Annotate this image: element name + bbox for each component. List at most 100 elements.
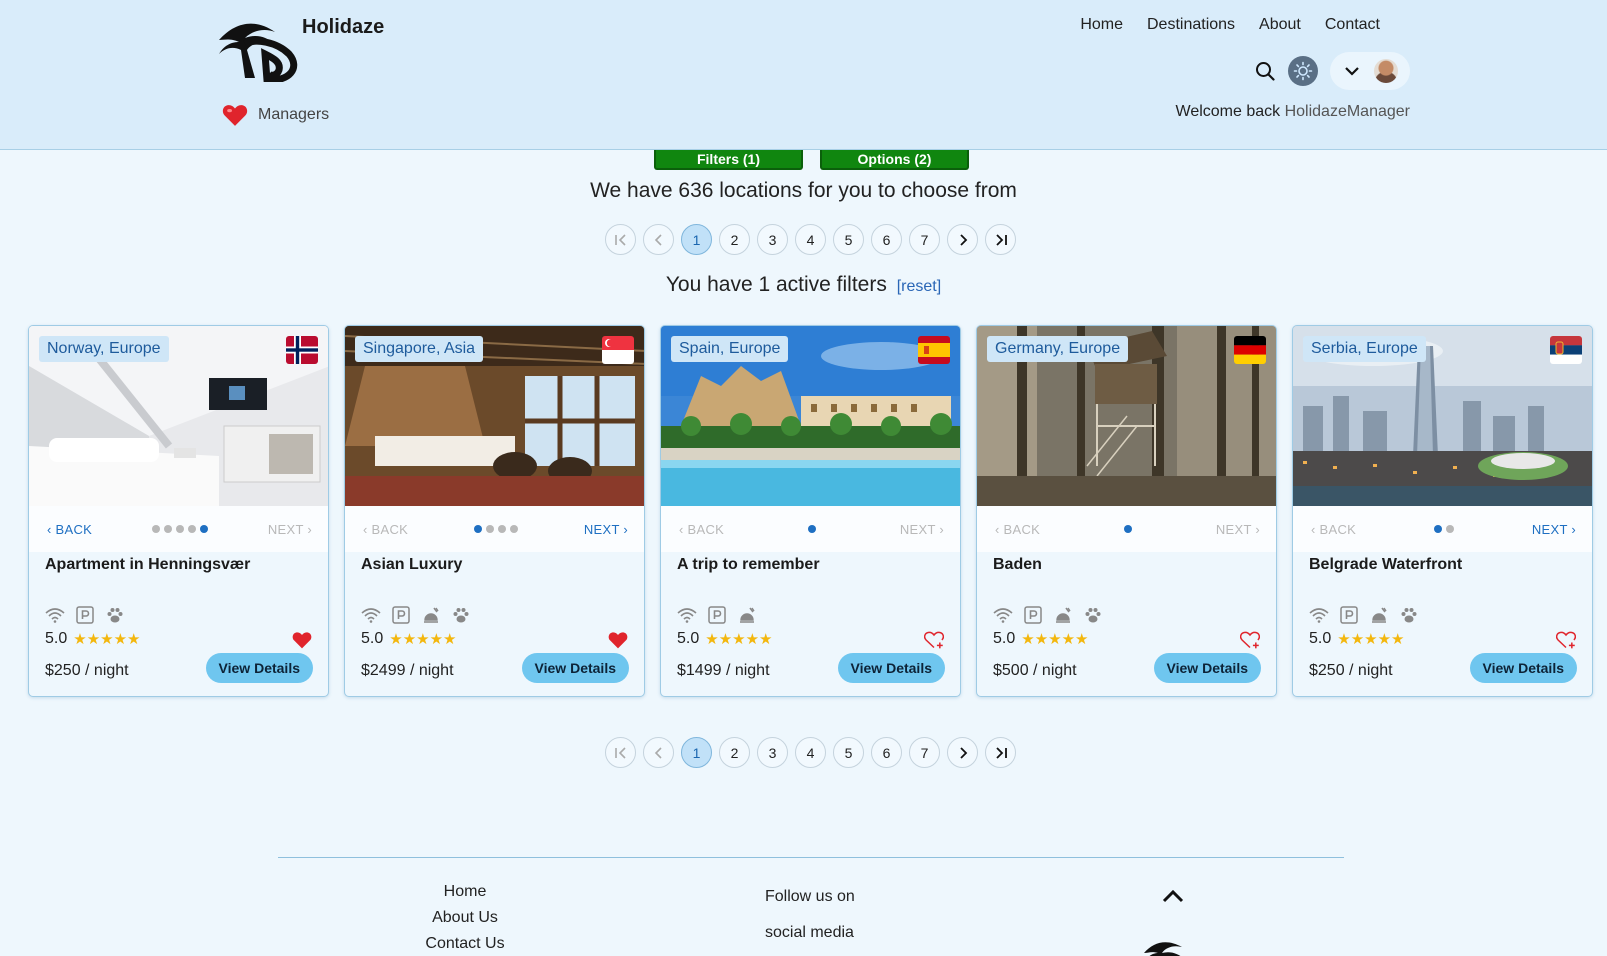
carousel-back-button[interactable]: ‹ BACK: [47, 522, 92, 537]
view-details-button[interactable]: View Details: [205, 653, 313, 683]
heart-filled-icon[interactable]: [292, 630, 312, 650]
page-button-1[interactable]: 1: [681, 737, 712, 768]
view-details-button[interactable]: View Details: [1153, 653, 1261, 683]
carousel-dot[interactable]: [163, 525, 172, 533]
chevron-right-icon: [959, 233, 967, 246]
reset-filters-link[interactable]: [reset]: [897, 278, 941, 295]
footer-link-home[interactable]: Home: [400, 883, 530, 901]
search-button[interactable]: [1252, 58, 1278, 84]
page-button-3[interactable]: 3: [757, 224, 788, 255]
first-page-button[interactable]: [605, 737, 636, 768]
carousel-dot[interactable]: [1433, 525, 1442, 533]
carousel-dot[interactable]: [807, 525, 816, 533]
carousel-dot[interactable]: [1123, 525, 1132, 533]
rating: 5.0 ★★★★★: [361, 630, 457, 648]
next-page-button[interactable]: [947, 224, 978, 255]
managers-link[interactable]: Managers: [222, 103, 329, 127]
holidaze-logo[interactable]: [215, 18, 303, 82]
breakfast-icon: [421, 605, 441, 625]
carousel-back-button[interactable]: ‹ BACK: [363, 522, 408, 537]
page-button-6[interactable]: 6: [871, 737, 902, 768]
carousel-dot[interactable]: [497, 525, 506, 533]
carousel-dots: [473, 525, 518, 533]
photo-carousel-nav: ‹ BACK NEXT ›: [1293, 506, 1592, 552]
prev-page-button[interactable]: [643, 224, 674, 255]
page-button-5[interactable]: 5: [833, 737, 864, 768]
view-details-button[interactable]: View Details: [521, 653, 629, 683]
heart-add-icon[interactable]: [924, 630, 944, 650]
nav-contact[interactable]: Contact: [1325, 16, 1380, 34]
last-page-button[interactable]: [985, 737, 1016, 768]
page-button-2[interactable]: 2: [719, 737, 750, 768]
filters-button[interactable]: Filters (1): [654, 150, 803, 170]
carousel-next-button[interactable]: NEXT ›: [1532, 522, 1576, 537]
page-button-6[interactable]: 6: [871, 224, 902, 255]
heart-add-icon[interactable]: [1240, 630, 1260, 650]
wifi-icon: [1309, 605, 1329, 625]
first-page-icon: [614, 746, 626, 759]
page-button-2[interactable]: 2: [719, 224, 750, 255]
star-rating-icon: ★★★★★: [73, 631, 141, 648]
page-button-1[interactable]: 1: [681, 224, 712, 255]
carousel-dot[interactable]: [151, 525, 160, 533]
nav-destinations[interactable]: Destinations: [1147, 16, 1235, 34]
rating-value: 5.0: [1309, 630, 1332, 647]
carousel-back-button[interactable]: ‹ BACK: [995, 522, 1040, 537]
theme-toggle-button[interactable]: [1288, 56, 1318, 86]
carousel-next-button[interactable]: NEXT ›: [1216, 522, 1260, 537]
page-button-3[interactable]: 3: [757, 737, 788, 768]
venue-card: Singapore, Asia ‹ BACK NEXT › Asian Luxu…: [344, 325, 645, 697]
carousel-dot[interactable]: [485, 525, 494, 533]
parking-icon: [1339, 605, 1359, 625]
welcome-prefix: Welcome back: [1175, 103, 1281, 120]
breakfast-icon: [737, 605, 757, 625]
price: $500 / night: [993, 662, 1077, 679]
footer-link-contact[interactable]: Contact Us: [400, 935, 530, 953]
star-rating-icon: ★★★★★: [389, 631, 457, 648]
page-button-7[interactable]: 7: [909, 224, 940, 255]
rating-value: 5.0: [361, 630, 384, 647]
star-rating-icon: ★★★★★: [1021, 631, 1089, 648]
chevron-left-icon: [654, 746, 662, 759]
nav-about[interactable]: About: [1259, 16, 1301, 34]
carousel-dot[interactable]: [175, 525, 184, 533]
carousel-dot[interactable]: [199, 525, 208, 533]
carousel-dot[interactable]: [473, 525, 482, 533]
heart-filled-icon[interactable]: [608, 630, 628, 650]
view-details-button[interactable]: View Details: [1469, 653, 1577, 683]
view-details-button[interactable]: View Details: [837, 653, 945, 683]
carousel-dot[interactable]: [1445, 525, 1454, 533]
carousel-dot[interactable]: [187, 525, 196, 533]
carousel-back-button[interactable]: ‹ BACK: [679, 522, 724, 537]
footer-link-about[interactable]: About Us: [400, 909, 530, 927]
carousel-next-button[interactable]: NEXT ›: [584, 522, 628, 537]
scroll-to-top-icon[interactable]: [1160, 888, 1186, 904]
location-badge: Singapore, Asia: [355, 336, 484, 362]
user-menu-button[interactable]: [1330, 52, 1410, 90]
spain-flag-icon: [918, 336, 950, 364]
back-label: BACK: [1319, 521, 1357, 537]
avatar: [1374, 59, 1398, 83]
locations-count: We have 636 locations for you to choose …: [590, 179, 1017, 202]
heart-add-icon[interactable]: [1556, 630, 1576, 650]
options-button[interactable]: Options (2): [820, 150, 969, 170]
page-button-4[interactable]: 4: [795, 224, 826, 255]
carousel-back-button[interactable]: ‹ BACK: [1311, 522, 1356, 537]
carousel-next-button[interactable]: NEXT ›: [900, 522, 944, 537]
nav-home[interactable]: Home: [1080, 16, 1123, 34]
amenities: [993, 605, 1103, 625]
brand-name[interactable]: Holidaze: [302, 16, 384, 39]
venue-title: Apartment in Henningsvær: [45, 556, 251, 573]
active-filters-text: You have 1 active filters: [665, 273, 887, 296]
carousel-next-button[interactable]: NEXT ›: [268, 522, 312, 537]
prev-page-button[interactable]: [643, 737, 674, 768]
parking-icon: [75, 605, 95, 625]
page-button-5[interactable]: 5: [833, 224, 864, 255]
carousel-dot[interactable]: [509, 525, 518, 533]
parking-icon: [707, 605, 727, 625]
next-page-button[interactable]: [947, 737, 978, 768]
last-page-button[interactable]: [985, 224, 1016, 255]
page-button-7[interactable]: 7: [909, 737, 940, 768]
page-button-4[interactable]: 4: [795, 737, 826, 768]
first-page-button[interactable]: [605, 224, 636, 255]
